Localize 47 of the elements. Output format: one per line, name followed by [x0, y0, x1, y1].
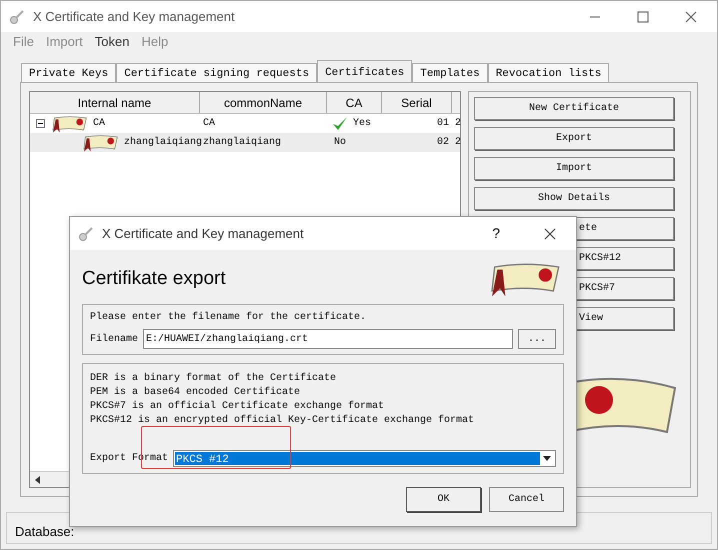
table-cell-text: CA [93, 117, 106, 131]
browse-button[interactable]: ... [518, 329, 556, 349]
format-description: DER is a binary format of the Certificate [90, 372, 338, 386]
scroll-left-icon[interactable] [34, 476, 42, 484]
dialog-title: X Certificate and Key management [102, 224, 304, 243]
tab[interactable]: Revocation lists [488, 63, 610, 82]
filename-prompt: Please enter the filename for the certificate. [90, 310, 368, 325]
format-dropdown[interactable]: PKCS #12 [173, 450, 556, 467]
column-header[interactable]: Serial [382, 92, 452, 113]
status-text: Database: [15, 522, 74, 540]
format-description: PKCS#7 is an official Certificate exchange format [90, 400, 386, 414]
format-description: PEM is a base64 encoded Certificate [90, 386, 302, 400]
filename-label: Filename [90, 332, 138, 346]
tab[interactable]: Certificates [317, 60, 412, 82]
dialog-button[interactable]: Cancel [489, 487, 564, 512]
menu-item[interactable]: Token [94, 32, 130, 52]
key-icon [9, 8, 25, 24]
collapse-icon[interactable] [36, 119, 45, 128]
tab[interactable]: Certificate signing requests [116, 63, 318, 82]
key-icon [78, 226, 94, 242]
table-cell-text: zhanglaiqiang [124, 136, 202, 150]
action-button[interactable]: Show Details [474, 187, 674, 210]
maximize-icon[interactable] [637, 10, 649, 22]
action-button[interactable]: Export [474, 127, 674, 150]
filename-field[interactable]: E:/HUAWEI/zhanglaiqiang.crt [143, 329, 513, 349]
format-description: PKCS#12 is an encrypted official Key-Certificate exchange format [90, 414, 476, 428]
action-button[interactable]: New Certificate [474, 97, 674, 120]
table-cell-text: 01 [436, 117, 450, 131]
action-button[interactable]: Import [474, 157, 674, 180]
tab[interactable]: Private Keys [21, 63, 116, 82]
window-title: X Certificate and Key management [33, 8, 235, 26]
table-cell-text: 02 [436, 136, 450, 150]
table-cell-text: zhanglaiqiang [202, 136, 282, 150]
column-header[interactable]: CA [327, 92, 382, 113]
table-cell-text: CA [202, 117, 216, 131]
column-header[interactable]: Internal name [30, 92, 200, 113]
table-cell-text: No [334, 136, 346, 150]
column-header[interactable]: commonName [200, 92, 327, 113]
help-button[interactable]: ? [492, 223, 500, 244]
close-icon[interactable] [685, 10, 697, 22]
close-icon[interactable] [544, 228, 556, 240]
dialog-heading: Certifikate export [82, 266, 226, 291]
table-cell-text: 2 [454, 136, 462, 150]
table-cell-text: Yes [353, 117, 372, 131]
table-cell-text: 2 [454, 117, 462, 131]
tab[interactable]: Templates [412, 63, 488, 82]
dialog-button[interactable]: OK [406, 487, 481, 512]
